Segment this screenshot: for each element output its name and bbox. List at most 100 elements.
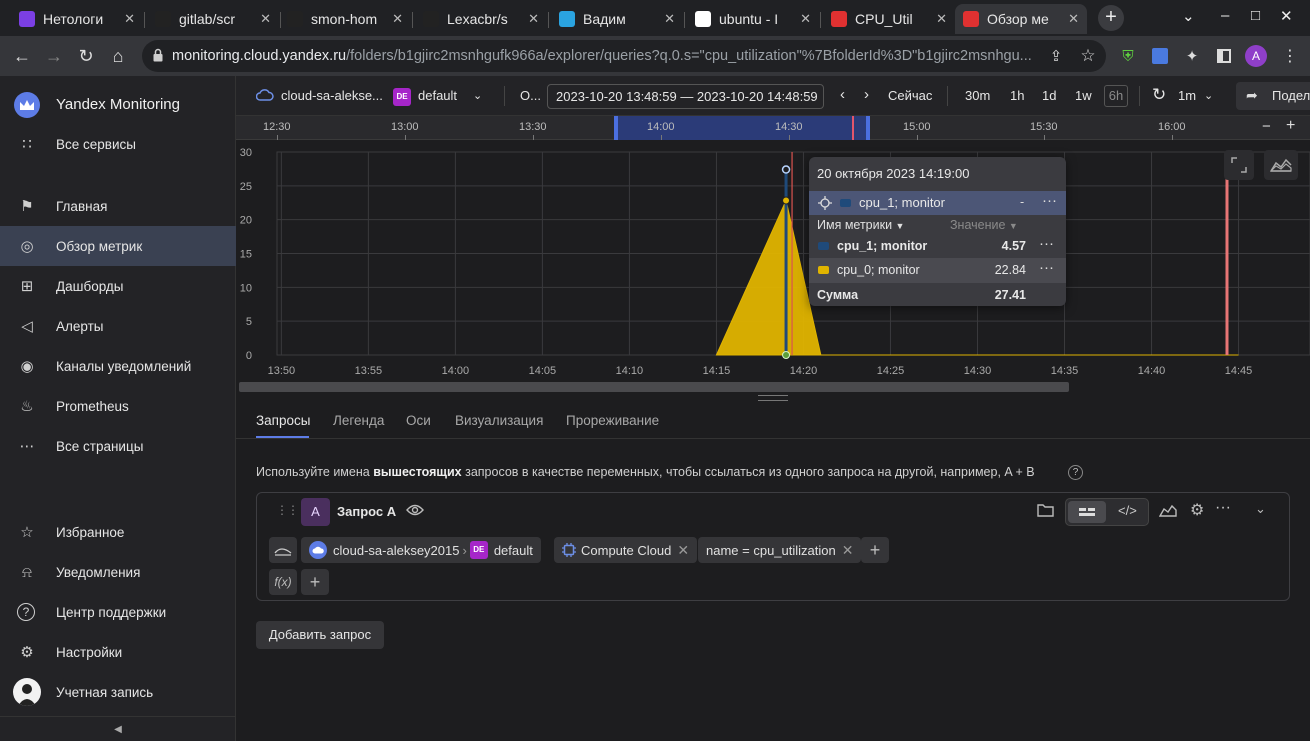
maximize-icon[interactable]: □ <box>1251 7 1260 24</box>
query-letter-badge[interactable]: A <box>301 498 330 526</box>
chart-area[interactable]: 0 5 10 15 20 25 30 13:50 13:55 14:00 14:05 14:10 14:… <box>236 140 1310 398</box>
reload-icon[interactable]: ↻ <box>72 42 100 70</box>
column-metric-name[interactable]: Имя метрики ▼ <box>817 218 904 232</box>
sidebar-bottom-item[interactable]: ☆ Избранное <box>0 512 236 552</box>
close-tab-icon[interactable]: ✕ <box>260 11 271 27</box>
zoom-out-icon[interactable]: − <box>1262 118 1271 135</box>
extensions-puzzle-icon[interactable]: ✦ <box>1178 42 1206 70</box>
sidebar-item[interactable]: ⊞ Дашборды <box>0 266 236 306</box>
close-tab-icon[interactable]: ✕ <box>528 11 539 27</box>
forward-icon[interactable]: → <box>40 42 68 70</box>
close-tab-icon[interactable]: ✕ <box>936 11 947 27</box>
chart-scrollbar[interactable] <box>239 382 1069 392</box>
folder-chevron-down-icon[interactable]: ⌄ <box>473 89 482 102</box>
column-value[interactable]: Значение ▼ <box>950 218 1018 232</box>
panel-tab[interactable]: Визуализация <box>455 413 543 428</box>
browser-tab[interactable]: Обзор ме ✕ <box>955 4 1087 34</box>
more-dots-icon[interactable]: ··· <box>1039 259 1054 276</box>
function-button[interactable]: f(x) <box>269 569 297 595</box>
next-range-icon[interactable]: › <box>864 86 869 103</box>
folder-open-icon[interactable] <box>1037 503 1055 520</box>
area-chart-small-icon[interactable] <box>1158 502 1177 521</box>
close-tab-icon[interactable]: ✕ <box>800 11 811 27</box>
panel-tab[interactable]: Прореживание <box>566 413 659 428</box>
panel-tab[interactable]: Легенда <box>333 413 384 428</box>
sidebar-item[interactable]: ⋯ Все страницы <box>0 426 236 466</box>
preset-1w[interactable]: 1w <box>1075 88 1092 103</box>
sidebar-item[interactable]: ◁ Алерты <box>0 306 236 346</box>
sidebar-bottom-item[interactable]: ? Центр поддержки <box>0 592 236 632</box>
side-panel-icon[interactable] <box>1210 42 1238 70</box>
add-function-button[interactable]: + <box>301 569 329 595</box>
sidebar-bottom-item[interactable]: ⚙ Настройки <box>0 632 236 672</box>
collapse-chevron-icon[interactable]: ⌄ <box>1255 501 1266 517</box>
panel-tab[interactable]: Запросы <box>256 413 310 428</box>
filter-chip[interactable]: name = cpu_utilization ✕ <box>698 537 862 563</box>
tooltip-row[interactable]: cpu_0; monitor 22.84 ··· <box>809 258 1066 282</box>
close-window-icon[interactable]: ✕ <box>1280 7 1293 25</box>
preset-1d[interactable]: 1d <box>1042 88 1056 103</box>
minimize-icon[interactable]: – <box>1221 7 1229 24</box>
code-mode-icon[interactable]: </> <box>1118 503 1137 518</box>
more-dots-icon[interactable]: ··· <box>1039 235 1054 252</box>
refresh-interval-select[interactable]: 1m <box>1178 88 1196 103</box>
o-selector[interactable]: О... <box>520 88 541 103</box>
query-title[interactable]: Запрос А <box>337 504 396 519</box>
sidebar-item[interactable]: ⚑ Главная <box>0 186 236 226</box>
sidebar-item[interactable]: ♨ Prometheus <box>0 386 236 426</box>
collapse-sidebar-button[interactable]: ◀ <box>0 716 236 741</box>
browser-tab[interactable]: gitlab/scr ✕ <box>147 4 279 34</box>
close-tab-icon[interactable]: ✕ <box>392 11 403 27</box>
bookmark-star-icon[interactable]: ☆ <box>1074 42 1102 70</box>
close-tab-icon[interactable]: ✕ <box>124 11 135 27</box>
browser-menu-icon[interactable]: ⋮ <box>1276 42 1304 70</box>
help-icon[interactable]: ? <box>1068 465 1083 480</box>
sidebar-item[interactable]: ◎ Обзор метрик <box>0 226 236 266</box>
cloud-chip[interactable]: cloud-sa-aleksey2015 › DE default <box>301 537 541 563</box>
timeline-navigator[interactable]: 12:30 13:00 13:30 14:00 14:30 15:00 15:30 16:00… <box>236 116 1310 140</box>
settings-gear-icon[interactable]: ⚙ <box>1190 500 1204 520</box>
preset-6h[interactable]: 6h <box>1104 85 1128 107</box>
time-range-input[interactable]: 2023-10-20 13:48:59 — 2023-10-20 14:48:5… <box>547 84 824 109</box>
query-visibility-toggle[interactable] <box>269 537 297 563</box>
extension-shield-icon[interactable]: ⛨ <box>1114 42 1142 70</box>
browser-tab[interactable]: CPU_Util ✕ <box>823 4 955 34</box>
metric-chart[interactable]: 0 5 10 15 20 25 30 13:50 13:55 14:00 14:05 14:10 14:… <box>236 140 1310 398</box>
more-dots-icon[interactable]: ··· <box>1042 192 1057 209</box>
close-tab-icon[interactable]: ✕ <box>664 11 675 27</box>
profile-avatar[interactable]: A <box>1242 42 1270 70</box>
zoom-in-icon[interactable]: + <box>1286 117 1295 135</box>
tooltip-pinned-row[interactable]: cpu_1; monitor - ··· <box>809 191 1066 215</box>
drag-handle-icon[interactable]: ⋮⋮ <box>276 503 299 517</box>
add-query-button[interactable]: Добавить запрос <box>256 621 384 649</box>
tooltip-row[interactable]: cpu_1; monitor 4.57 ··· <box>809 234 1066 258</box>
selection-handle-right[interactable] <box>866 116 870 140</box>
chart-type-button[interactable] <box>1264 150 1298 180</box>
sidebar-item[interactable]: ◉ Каналы уведомлений <box>0 346 236 386</box>
refresh-icon[interactable]: ↻ <box>1152 85 1166 105</box>
panel-resize-handle[interactable] <box>758 395 788 401</box>
sidebar-item[interactable]: ∷ Все сервисы <box>0 124 236 164</box>
prev-range-icon[interactable]: ‹ <box>840 86 845 103</box>
browser-tab[interactable]: ubuntu - I ✕ <box>687 4 819 34</box>
fullscreen-button[interactable] <box>1224 150 1254 180</box>
cloud-selector[interactable]: cloud-sa-alekse... <box>281 88 383 103</box>
remove-x-icon[interactable]: ✕ <box>677 542 689 559</box>
translate-icon[interactable] <box>1146 42 1174 70</box>
folder-selector[interactable]: default <box>418 88 457 103</box>
service-chip[interactable]: Compute Cloud ✕ <box>554 537 698 563</box>
share-icon[interactable]: ⇪ <box>1042 42 1070 70</box>
browser-tab[interactable]: Нетологи ✕ <box>11 4 143 34</box>
eye-icon[interactable] <box>406 503 424 520</box>
share-button[interactable]: ➦ Подел <box>1236 82 1310 110</box>
selection-handle-left[interactable] <box>614 116 618 140</box>
now-button[interactable]: Сейчас <box>888 88 932 103</box>
preset-1h[interactable]: 1h <box>1010 88 1024 103</box>
back-icon[interactable]: ← <box>8 42 36 70</box>
close-tab-icon[interactable]: ✕ <box>1068 11 1079 27</box>
browser-tab[interactable]: Вадим ✕ <box>551 4 683 34</box>
visual-mode-icon[interactable] <box>1068 501 1106 523</box>
tab-search-icon[interactable]: ⌄ <box>1182 7 1195 25</box>
sidebar-bottom-item[interactable]: Учетная запись <box>0 672 236 712</box>
browser-tab[interactable]: smon-hom ✕ <box>279 4 411 34</box>
